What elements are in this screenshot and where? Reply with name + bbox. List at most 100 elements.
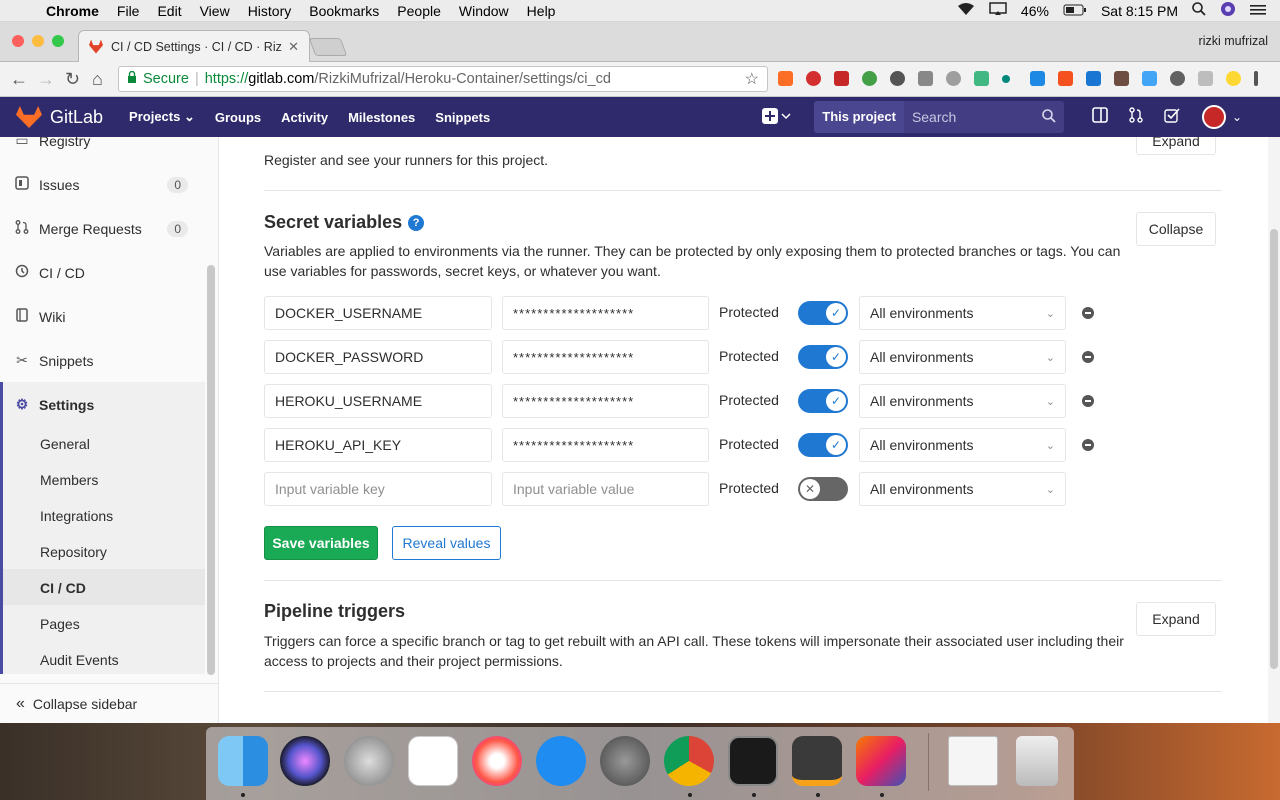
sidebar-sub-pages[interactable]: Pages [40, 616, 80, 632]
nav-activity[interactable]: Activity [281, 110, 328, 125]
magnifier-extension-icon[interactable] [1142, 71, 1157, 86]
nav-projects[interactable]: Projects ⌄ [129, 109, 195, 125]
protected-toggle[interactable]: ✕ [798, 477, 848, 501]
merge-requests-icon[interactable] [1128, 106, 1144, 128]
clock-extension-icon[interactable] [890, 71, 905, 86]
search-scope-this-project[interactable]: This project [814, 101, 904, 133]
nav-milestones[interactable]: Milestones [348, 110, 415, 125]
sidebar-scrollbar[interactable] [207, 265, 215, 675]
sidebar-sub-integrations[interactable]: Integrations [40, 508, 113, 524]
gear-extension-icon[interactable] [1170, 71, 1185, 86]
todos-icon[interactable] [1164, 107, 1180, 128]
menu-history[interactable]: History [248, 3, 292, 19]
sidebar-sub-repository[interactable]: Repository [40, 544, 107, 560]
variable-value-input[interactable]: ******************** [502, 384, 709, 418]
variable-key-input[interactable]: HEROKU_USERNAME [264, 384, 492, 418]
react-extension-icon[interactable] [946, 71, 961, 86]
new-item-plus-icon[interactable] [762, 107, 792, 127]
environment-select[interactable]: All environments ⌄ [859, 340, 1066, 374]
system-preferences-gear-icon[interactable] [600, 736, 650, 786]
gitlab-logo-icon[interactable] [16, 106, 42, 128]
user-avatar[interactable] [1201, 105, 1226, 129]
sublime-text-icon[interactable] [792, 736, 842, 786]
intellij-idea-icon[interactable] [856, 736, 906, 786]
spotlight-search-icon[interactable] [1192, 2, 1206, 19]
notification-center-icon[interactable] [1250, 3, 1266, 19]
environment-select[interactable]: All environments ⌄ [859, 428, 1066, 462]
sidebar-sub-general[interactable]: General [40, 436, 90, 452]
chrome-profile-name[interactable]: rizki mufrizal [1199, 34, 1268, 48]
remove-variable-icon[interactable] [1082, 351, 1094, 363]
menu-bookmarks[interactable]: Bookmarks [309, 3, 379, 19]
sidebar-item-settings[interactable]: ⚙ Settings [14, 396, 188, 413]
finder-icon[interactable] [218, 736, 268, 786]
app-store-icon[interactable] [536, 736, 586, 786]
page-scrollbar[interactable] [1268, 137, 1280, 723]
menu-edit[interactable]: Edit [157, 3, 181, 19]
protected-toggle[interactable]: ✓ [798, 345, 848, 369]
chrome-menu-icon[interactable] [1254, 71, 1258, 86]
environment-select[interactable]: All environments ⌄ [859, 296, 1066, 330]
search-input[interactable]: Search [903, 101, 1064, 133]
remove-variable-icon[interactable] [1082, 395, 1094, 407]
variable-key-input[interactable]: HEROKU_API_KEY [264, 428, 492, 462]
variable-value-input[interactable]: ******************** [502, 340, 709, 374]
menu-window[interactable]: Window [459, 3, 509, 19]
gitlab-brand[interactable]: GitLab [50, 107, 103, 128]
bookmark-star-icon[interactable]: ☆ [745, 69, 759, 89]
reveal-values-button[interactable]: Reveal values [392, 526, 501, 560]
calendar-icon[interactable] [408, 736, 458, 786]
sidebar-item-wiki[interactable]: Wiki [14, 308, 188, 325]
protected-toggle[interactable]: ✓ [798, 433, 848, 457]
screenshot-preview-icon[interactable] [948, 736, 998, 786]
chevron-down-icon[interactable]: ⌄ [1232, 110, 1242, 124]
menu-help[interactable]: Help [527, 3, 556, 19]
sidebar-item-registry[interactable]: ▭ Registry [14, 137, 188, 149]
menu-file[interactable]: File [117, 3, 140, 19]
sidebar-item-snippets[interactable]: ✂ Snippets [14, 352, 188, 369]
sidebar-item-issues[interactable]: Issues 0 [14, 176, 188, 193]
protected-toggle[interactable]: ✓ [798, 389, 848, 413]
trash-icon[interactable] [1016, 736, 1058, 786]
reload-icon[interactable]: ↻ [65, 69, 80, 90]
address-bar[interactable]: Secure | https:// gitlab.com /RizkiMufri… [118, 66, 768, 92]
airplay-icon[interactable] [989, 2, 1007, 19]
new-variable-value-input[interactable]: Input variable value [502, 472, 709, 506]
sidebar-sub-audit-events[interactable]: Audit Events [40, 652, 119, 668]
bulb-extension-icon[interactable] [1226, 71, 1241, 86]
environment-select[interactable]: All environments ⌄ [859, 384, 1066, 418]
page-scrollbar-thumb[interactable] [1270, 229, 1278, 669]
sidebar-item-merge-requests[interactable]: Merge Requests 0 [14, 220, 188, 237]
checkmark-extension-icon[interactable] [862, 71, 877, 86]
window-minimize-button[interactable] [32, 35, 44, 47]
new-variable-key-input[interactable]: Input variable key [264, 472, 492, 506]
sidebar-sub-members[interactable]: Members [40, 472, 98, 488]
window-zoom-button[interactable] [52, 35, 64, 47]
forward-arrow-icon[interactable]: → [37, 69, 55, 90]
menu-people[interactable]: People [397, 3, 441, 19]
chrome-icon[interactable] [664, 736, 714, 786]
adblock-extension-icon[interactable] [834, 71, 849, 86]
variable-key-input[interactable]: DOCKER_USERNAME [264, 296, 492, 330]
grey-extension-icon[interactable] [1198, 71, 1213, 86]
opera-extension-icon[interactable] [806, 71, 821, 86]
variable-value-input[interactable]: ******************** [502, 296, 709, 330]
collapse-sidebar-button[interactable]: « Collapse sidebar [0, 683, 218, 723]
vue-extension-icon[interactable] [974, 71, 989, 86]
nav-snippets[interactable]: Snippets [435, 110, 490, 125]
new-tab-button[interactable] [308, 38, 348, 56]
sidebar-item-ci-cd[interactable]: CI / CD [14, 264, 188, 281]
save-variables-button[interactable]: Save variables [264, 526, 378, 560]
variable-key-input[interactable]: DOCKER_PASSWORD [264, 340, 492, 374]
wifi-icon[interactable] [957, 2, 975, 19]
environment-select[interactable]: All environments ⌄ [859, 472, 1066, 506]
siri-icon[interactable] [1220, 1, 1236, 20]
orange-extension-icon[interactable] [1058, 71, 1073, 86]
itunes-icon[interactable] [472, 736, 522, 786]
remove-variable-icon[interactable] [1082, 307, 1094, 319]
menu-app-name[interactable]: Chrome [46, 3, 99, 19]
secret-variables-collapse-button[interactable]: Collapse [1136, 212, 1216, 246]
tab-close-icon[interactable]: ✕ [288, 39, 299, 55]
clock[interactable]: Sat 8:15 PM [1101, 3, 1178, 19]
window-close-button[interactable] [12, 35, 24, 47]
